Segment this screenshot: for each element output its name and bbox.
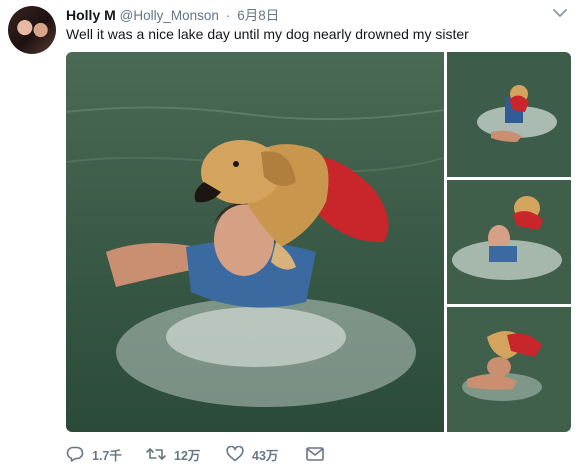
- retweet-icon: [146, 448, 166, 460]
- retweet-count: 12万: [174, 448, 201, 463]
- retweet-button[interactable]: 12万: [146, 445, 226, 464]
- envelope-icon: [306, 447, 324, 461]
- separator: ·: [225, 8, 231, 23]
- reply-button[interactable]: 1.7千: [66, 445, 146, 464]
- media-photo-3[interactable]: [447, 180, 571, 304]
- like-count: 43万: [252, 448, 279, 463]
- tweet-date[interactable]: 6月8日: [237, 8, 279, 23]
- media-photo-4[interactable]: [447, 307, 571, 432]
- tweet-actions: 1.7千 12万 43万: [66, 443, 324, 465]
- reply-count: 1.7千: [92, 448, 122, 463]
- tweet-header: Holly M @Holly_Monson · 6月8日: [66, 6, 567, 26]
- direct-message-button[interactable]: [306, 447, 324, 461]
- reply-icon: [66, 446, 84, 462]
- tweet: Holly M @Holly_Monson · 6月8日 Well it was…: [0, 0, 577, 469]
- media-photo-2[interactable]: [447, 52, 571, 177]
- heart-icon: [226, 446, 244, 462]
- tweet-text: Well it was a nice lake day until my dog…: [66, 26, 469, 42]
- author-name[interactable]: Holly M: [66, 7, 116, 23]
- chevron-down-icon[interactable]: [553, 8, 567, 18]
- like-button[interactable]: 43万: [226, 445, 306, 464]
- avatar[interactable]: [8, 6, 56, 54]
- tweet-media: [66, 52, 571, 432]
- author-handle[interactable]: @Holly_Monson: [120, 8, 219, 23]
- media-photo-main[interactable]: [66, 52, 444, 432]
